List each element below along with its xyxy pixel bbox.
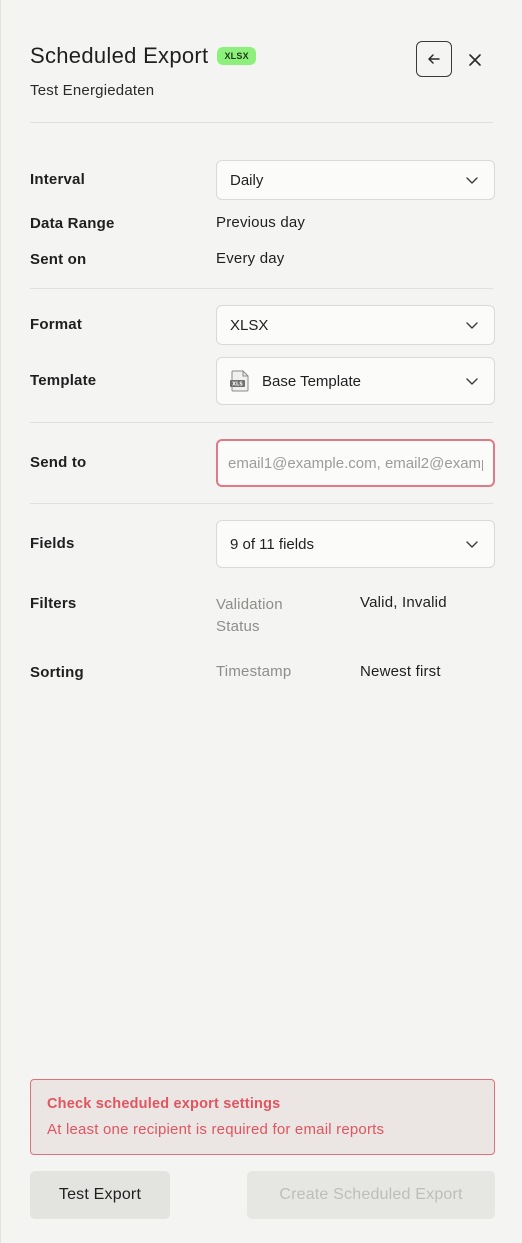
chevron-down-icon bbox=[466, 373, 478, 390]
xls-file-icon: XLS bbox=[230, 370, 250, 392]
divider bbox=[30, 503, 493, 504]
divider bbox=[30, 422, 493, 423]
error-message: At least one recipient is required for e… bbox=[47, 1121, 385, 1138]
close-icon bbox=[468, 53, 482, 67]
template-select[interactable]: XLS Base Template bbox=[216, 357, 495, 405]
template-value: Base Template bbox=[262, 372, 361, 390]
fields-value: 9 of 11 fields bbox=[230, 535, 314, 553]
chevron-down-icon bbox=[466, 536, 478, 553]
filter-key: Validation Status bbox=[216, 594, 283, 638]
arrow-left-icon bbox=[427, 52, 441, 66]
template-label: Template bbox=[30, 372, 97, 389]
close-button[interactable] bbox=[463, 48, 487, 72]
format-select[interactable]: XLSX bbox=[216, 305, 495, 345]
fields-label: Fields bbox=[30, 535, 75, 552]
sorting-label: Sorting bbox=[30, 664, 84, 681]
sorting-value: Newest first bbox=[360, 663, 441, 680]
sent-on-label: Sent on bbox=[30, 251, 87, 268]
scheduled-export-panel: Scheduled Export XLSX Test Energiedaten … bbox=[0, 0, 522, 1243]
filter-value: Valid, Invalid bbox=[360, 594, 447, 611]
chevron-down-icon bbox=[466, 317, 478, 334]
sent-on-value: Every day bbox=[216, 250, 285, 267]
divider bbox=[30, 122, 493, 123]
data-range-value: Previous day bbox=[216, 214, 306, 231]
error-title: Check scheduled export settings bbox=[47, 1096, 281, 1112]
interval-value: Daily bbox=[230, 171, 264, 189]
filter-key-line: Status bbox=[216, 618, 260, 635]
test-export-button[interactable]: Test Export bbox=[30, 1171, 170, 1219]
page-subtitle: Test Energiedaten bbox=[30, 82, 155, 99]
fields-select[interactable]: 9 of 11 fields bbox=[216, 520, 495, 568]
send-to-label: Send to bbox=[30, 454, 87, 471]
format-value: XLSX bbox=[230, 316, 269, 334]
recipients-email-input[interactable] bbox=[216, 439, 495, 487]
page-title: Scheduled Export bbox=[30, 43, 209, 68]
error-alert: Check scheduled export settings At least… bbox=[30, 1079, 495, 1155]
chevron-down-icon bbox=[466, 172, 478, 189]
data-range-label: Data Range bbox=[30, 215, 115, 232]
interval-select[interactable]: Daily bbox=[216, 160, 495, 200]
divider bbox=[30, 288, 493, 289]
filter-key-line: Validation bbox=[216, 596, 283, 613]
interval-label: Interval bbox=[30, 171, 85, 188]
filters-label: Filters bbox=[30, 595, 77, 612]
format-badge: XLSX bbox=[217, 47, 256, 65]
create-scheduled-export-button[interactable]: Create Scheduled Export bbox=[247, 1171, 495, 1219]
back-button[interactable] bbox=[416, 41, 452, 77]
format-label: Format bbox=[30, 316, 83, 333]
xls-file-icon-text: XLS bbox=[232, 382, 243, 388]
sorting-key: Timestamp bbox=[216, 663, 292, 680]
